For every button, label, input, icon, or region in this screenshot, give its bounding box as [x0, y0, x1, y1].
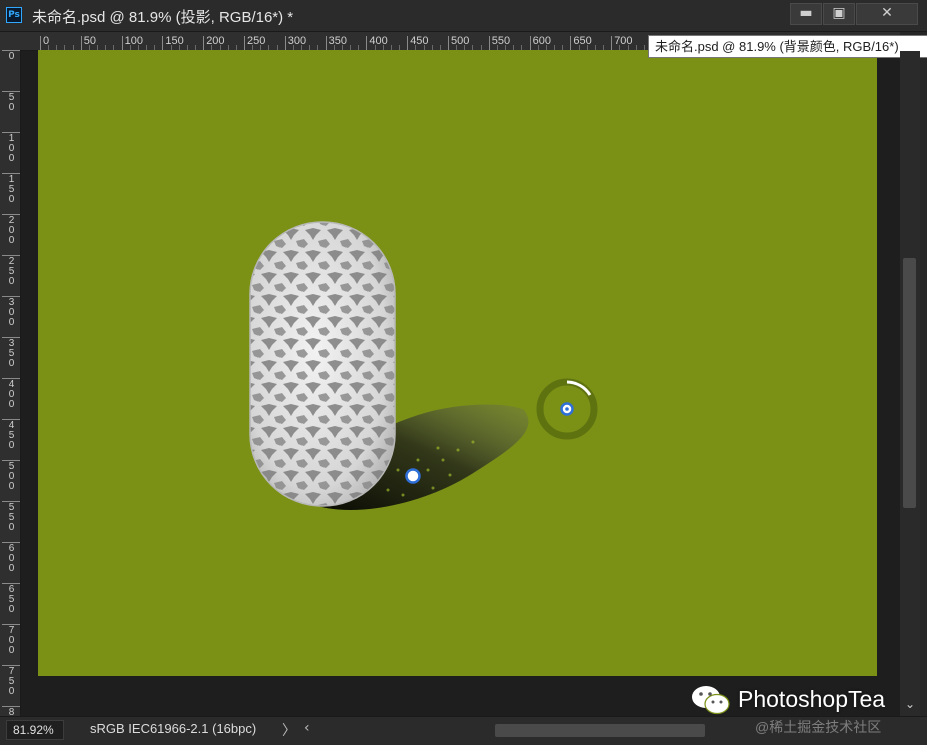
title-bar: Ps 未命名.psd @ 81.9% (投影, RGB/16*) * ▬ ▣ ✕ — [0, 0, 927, 32]
ruler-label: 400 — [369, 35, 388, 47]
ruler-label: 200 — [206, 35, 225, 47]
ruler-label: 300 — [8, 297, 15, 328]
ruler-major-tick — [121, 36, 123, 50]
close-icon: ✕ — [881, 5, 893, 21]
shadow-offset-handle — [405, 468, 421, 484]
ruler-label: 650 — [8, 584, 15, 615]
document-tooltip: 未命名.psd @ 81.9% (背景颜色, RGB/16*) — [648, 35, 927, 58]
color-profile-info: sRGB IEC61966-2.1 (16bpc) — [90, 721, 257, 736]
chevron-down-icon[interactable]: ⌄ — [905, 697, 915, 711]
ruler-label: 350 — [8, 338, 15, 369]
ruler-label: 100 — [124, 35, 143, 47]
ruler-major-tick — [611, 36, 613, 50]
watermark-brand: PhotoshopTea — [738, 686, 886, 712]
ruler-label: 700 — [614, 35, 633, 47]
ruler-major-tick — [325, 36, 327, 50]
ruler-label: 450 — [8, 420, 15, 451]
ruler-label: 450 — [410, 35, 429, 47]
ruler-label: 200 — [8, 215, 15, 246]
ruler-major-tick — [162, 36, 164, 50]
chevron-right-icon[interactable]: 〉 — [282, 720, 296, 740]
ruler-major-tick — [529, 36, 531, 50]
watermark: PhotoshopTea — [690, 683, 910, 717]
ruler-major-tick — [40, 36, 41, 50]
ruler-label: 150 — [165, 35, 184, 47]
wechat-icon — [692, 686, 730, 715]
ruler-label: 250 — [8, 256, 15, 287]
document-canvas[interactable] — [38, 50, 877, 676]
ruler-label: 600 — [532, 35, 551, 47]
close-button[interactable]: ✕ — [856, 3, 918, 25]
vertical-scrollbar[interactable] — [900, 51, 920, 716]
scroll-left-arrow-icon[interactable]: ‹ — [304, 720, 310, 736]
ruler-major-tick — [488, 36, 490, 50]
document-title: 未命名.psd @ 81.9% (投影, RGB/16*) * — [32, 9, 294, 26]
ruler-label: 0 — [8, 51, 15, 62]
ruler-label: 250 — [247, 35, 266, 47]
canvas-artwork — [249, 221, 598, 510]
ruler-label: 550 — [491, 35, 511, 47]
ruler-label: 650 — [573, 35, 592, 47]
minimize-button[interactable]: ▬ — [790, 3, 822, 25]
ruler-label: 300 — [287, 35, 307, 47]
ruler-major-tick — [80, 36, 82, 50]
woven-capsule — [249, 221, 396, 507]
vertical-scroll-thumb[interactable] — [903, 258, 916, 508]
vertical-ruler[interactable]: 0 50 100 150 200 250 300 350 400 450 500 550 600 650 7… — [0, 50, 21, 728]
maximize-button[interactable]: ▣ — [823, 3, 855, 25]
ruler-major-tick — [448, 36, 449, 50]
maximize-icon: ▣ — [832, 5, 846, 21]
horizontal-scroll-thumb[interactable] — [495, 724, 705, 737]
watermark-credit: @稀土掘金技术社区 — [755, 719, 882, 735]
ruler-corner[interactable] — [0, 32, 21, 50]
ruler-label: 400 — [8, 379, 15, 410]
ruler-label: 500 — [8, 461, 15, 492]
light-angle-control — [536, 378, 598, 440]
ruler-major-tick — [244, 36, 245, 50]
ruler-major-tick — [284, 36, 286, 50]
ruler-major-tick — [570, 36, 572, 50]
photoshop-icon: Ps — [6, 7, 22, 23]
zoom-level-input[interactable]: 81.92% — [6, 720, 64, 740]
ruler-label: 150 — [8, 174, 15, 205]
ruler-label: 100 — [8, 133, 15, 164]
ruler-major-tick — [407, 36, 409, 50]
ruler-label: 750 — [8, 666, 15, 697]
ruler-major-tick — [366, 36, 368, 50]
ruler-label: 50 — [8, 92, 15, 113]
ruler-label: 350 — [328, 35, 347, 47]
ruler-label: 700 — [8, 625, 15, 656]
ruler-label: 500 — [451, 35, 470, 47]
ruler-label: 600 — [8, 543, 15, 574]
minimize-icon: ▬ — [799, 5, 813, 21]
ruler-label: 550 — [8, 502, 15, 533]
ruler-major-tick — [203, 36, 205, 50]
